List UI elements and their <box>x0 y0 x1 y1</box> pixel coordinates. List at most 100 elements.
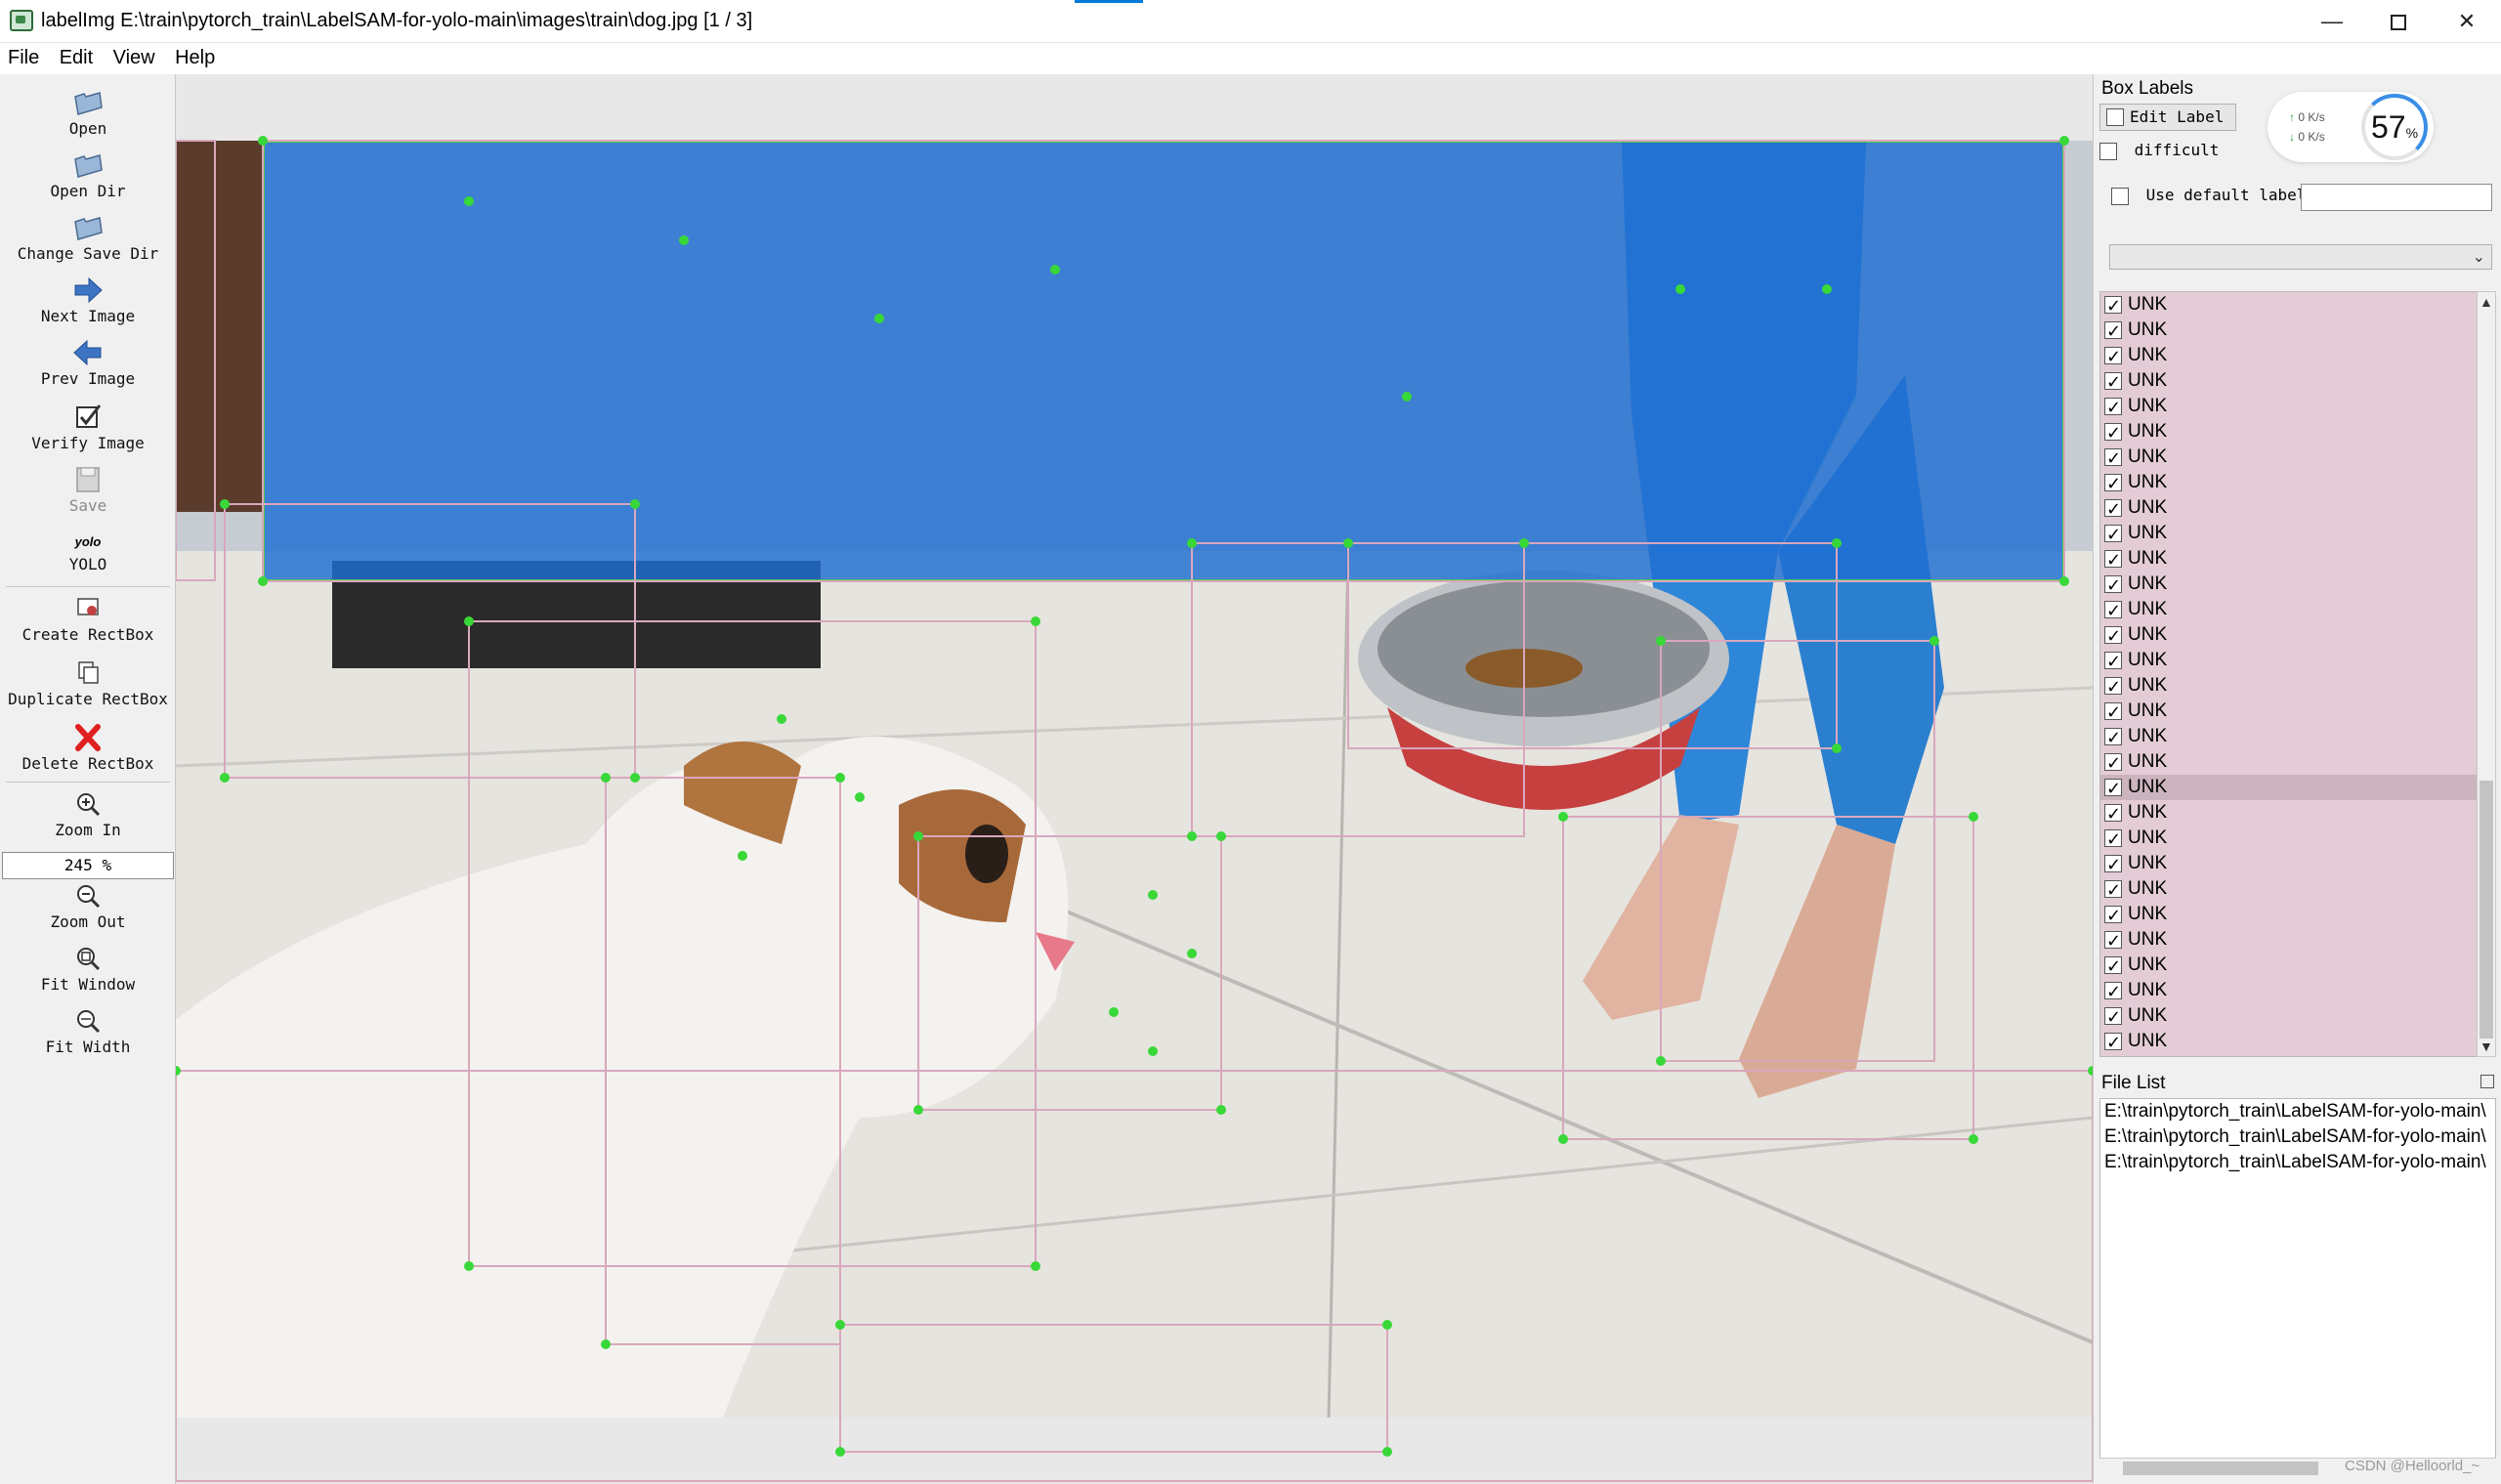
label-visible-checkbox[interactable] <box>2104 801 2122 827</box>
label-list-item[interactable]: UNK <box>2100 826 2481 852</box>
label-list-item[interactable]: UNK <box>2100 445 2481 471</box>
label-visible-checkbox[interactable] <box>2104 903 2122 928</box>
label-list-item[interactable]: UNK <box>2100 292 2481 318</box>
label-visible-checkbox[interactable] <box>2104 674 2122 700</box>
label-list-item[interactable]: UNK <box>2100 572 2481 598</box>
yolo-format-button[interactable]: yolo YOLO <box>0 531 176 573</box>
label-list-item[interactable]: UNK <box>2100 470 2481 496</box>
open-button[interactable]: Open <box>0 88 176 138</box>
difficult-checkbox-box[interactable] <box>2099 142 2117 160</box>
label-visible-checkbox[interactable] <box>2104 928 2122 954</box>
file-list[interactable]: E:\train\pytorch_train\LabelSAM-for-yolo… <box>2099 1098 2496 1475</box>
scroll-up-icon[interactable]: ▲ <box>2480 294 2493 310</box>
minimize-button[interactable]: — <box>2298 4 2366 39</box>
label-list-item[interactable]: UNK <box>2100 419 2481 445</box>
label-list-item[interactable]: UNK <box>2100 927 2481 954</box>
label-list-item[interactable]: UNK <box>2100 597 2481 623</box>
label-visible-checkbox[interactable] <box>2104 623 2122 649</box>
label-list-item[interactable]: UNK <box>2100 1003 2481 1030</box>
label-visible-checkbox[interactable] <box>2104 979 2122 1004</box>
undock-icon[interactable] <box>2480 1075 2494 1088</box>
maximize-button[interactable] <box>2364 4 2433 39</box>
label-list-item[interactable]: UNK <box>2100 851 2481 877</box>
label-list-item[interactable]: UNK <box>2100 368 2481 395</box>
use-default-label-box[interactable] <box>2111 187 2129 205</box>
label-list-item[interactable]: UNK <box>2100 800 2481 827</box>
change-save-dir-button[interactable]: Change Save Dir <box>0 213 176 263</box>
label-list-item[interactable]: UNK <box>2100 978 2481 1004</box>
open-dir-button[interactable]: Open Dir <box>0 150 176 200</box>
close-button[interactable]: ✕ <box>2433 4 2501 39</box>
label-list-item[interactable]: UNK <box>2100 749 2481 776</box>
label-visible-checkbox[interactable] <box>2104 395 2122 420</box>
label-list-item[interactable]: UNK <box>2100 876 2481 903</box>
label-visible-checkbox[interactable] <box>2104 827 2122 852</box>
next-image-button[interactable]: Next Image <box>0 276 176 325</box>
label-list-item[interactable]: UNK <box>2100 673 2481 700</box>
label-visible-checkbox[interactable] <box>2104 725 2122 750</box>
menu-file[interactable]: File <box>0 43 47 73</box>
label-list-item[interactable]: UNK <box>2100 724 2481 750</box>
label-visible-checkbox[interactable] <box>2104 649 2122 674</box>
label-list-item[interactable]: UNK <box>2100 343 2481 369</box>
label-list-item[interactable]: UNK <box>2100 495 2481 522</box>
label-visible-checkbox[interactable] <box>2104 776 2122 801</box>
scroll-down-icon[interactable]: ▼ <box>2480 1039 2493 1054</box>
zoom-spinbox[interactable]: 245 % <box>2 852 174 879</box>
label-list-item[interactable]: UNK <box>2100 546 2481 572</box>
label-list-item[interactable]: UNK <box>2100 521 2481 547</box>
duplicate-rectbox-button[interactable]: Duplicate RectBox <box>0 658 176 708</box>
zoom-in-button[interactable]: Zoom In <box>0 789 176 839</box>
zoom-out-button[interactable]: Zoom Out <box>0 881 176 931</box>
label-list[interactable]: UNK UNK UNK UNK UNK UNK UNK UNK UNK UNK UNK UNK UNK U… <box>2099 291 2482 1057</box>
label-visible-checkbox[interactable] <box>2104 700 2122 725</box>
menu-edit[interactable]: Edit <box>52 43 101 73</box>
create-rectbox-button[interactable]: Create RectBox <box>0 594 176 644</box>
default-label-input[interactable] <box>2301 184 2492 211</box>
label-list-item[interactable]: UNK <box>2100 699 2481 725</box>
difficult-checkbox[interactable]: difficult <box>2099 141 2219 160</box>
label-visible-checkbox[interactable] <box>2104 344 2122 369</box>
menu-view[interactable]: View <box>106 43 163 73</box>
label-visible-checkbox[interactable] <box>2104 547 2122 572</box>
label-visible-checkbox[interactable] <box>2104 445 2122 471</box>
prev-image-button[interactable]: Prev Image <box>0 338 176 388</box>
label-list-item[interactable]: UNK <box>2100 1029 2481 1055</box>
label-visible-checkbox[interactable] <box>2104 954 2122 979</box>
verify-image-button[interactable]: Verify Image <box>0 403 176 452</box>
label-list-item[interactable]: UNK <box>2100 318 2481 344</box>
label-visible-checkbox[interactable] <box>2104 496 2122 522</box>
label-list-item[interactable]: UNK <box>2100 648 2481 674</box>
fit-window-button[interactable]: Fit Window <box>0 944 176 994</box>
label-visible-checkbox[interactable] <box>2104 572 2122 598</box>
file-list-item[interactable]: E:\train\pytorch_train\LabelSAM-for-yolo… <box>2100 1124 2495 1150</box>
label-combobox[interactable]: ⌄ <box>2109 244 2492 270</box>
label-list-item[interactable]: UNK <box>2100 394 2481 420</box>
label-list-item[interactable]: UNK <box>2100 953 2481 979</box>
scrollbar-thumb[interactable] <box>2480 781 2493 1039</box>
file-list-item[interactable]: E:\train\pytorch_train\LabelSAM-for-yolo… <box>2100 1099 2495 1124</box>
annotation-canvas[interactable] <box>176 74 2093 1484</box>
label-visible-checkbox[interactable] <box>2104 877 2122 903</box>
use-default-label-checkbox[interactable]: Use default label <box>2111 186 2306 205</box>
label-list-scrollbar[interactable]: ▲ ▼ <box>2477 291 2496 1057</box>
label-visible-checkbox[interactable] <box>2104 750 2122 776</box>
label-visible-checkbox[interactable] <box>2104 369 2122 395</box>
edit-label-button[interactable]: Edit Label <box>2099 104 2236 131</box>
label-visible-checkbox[interactable] <box>2104 598 2122 623</box>
label-visible-checkbox[interactable] <box>2104 852 2122 877</box>
save-button[interactable]: Save <box>0 465 176 515</box>
label-visible-checkbox[interactable] <box>2104 1030 2122 1055</box>
label-visible-checkbox[interactable] <box>2104 1004 2122 1030</box>
label-visible-checkbox[interactable] <box>2104 293 2122 318</box>
file-list-item[interactable]: E:\train\pytorch_train\LabelSAM-for-yolo… <box>2100 1150 2495 1175</box>
label-list-item[interactable]: UNK <box>2100 775 2481 801</box>
fit-width-button[interactable]: Fit Width <box>0 1006 176 1056</box>
label-list-item[interactable]: UNK <box>2100 622 2481 649</box>
label-visible-checkbox[interactable] <box>2104 420 2122 445</box>
label-visible-checkbox[interactable] <box>2104 522 2122 547</box>
label-visible-checkbox[interactable] <box>2104 318 2122 344</box>
label-visible-checkbox[interactable] <box>2104 471 2122 496</box>
label-list-item[interactable]: UNK <box>2100 902 2481 928</box>
delete-rectbox-button[interactable]: Delete RectBox <box>0 723 176 773</box>
